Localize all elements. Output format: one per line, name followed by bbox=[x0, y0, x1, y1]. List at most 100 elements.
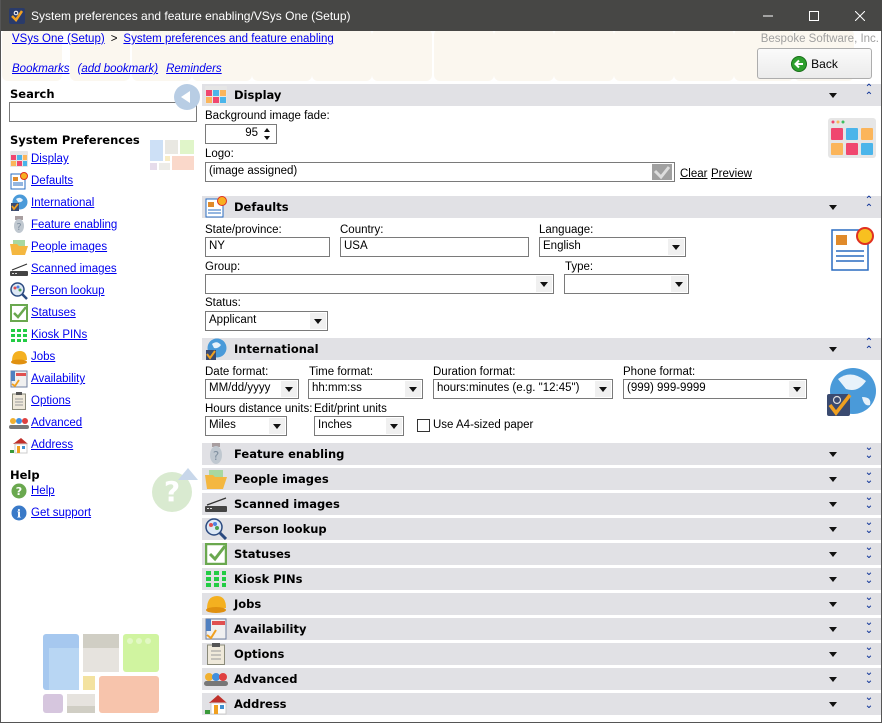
section-menu-dropdown[interactable] bbox=[829, 577, 837, 582]
sidebar-item-defaults[interactable]: Defaults bbox=[9, 170, 117, 192]
sidebar-item-label: International bbox=[31, 197, 95, 209]
section-menu-dropdown[interactable] bbox=[829, 347, 837, 352]
search-input[interactable] bbox=[9, 102, 197, 122]
status-select[interactable]: Applicant bbox=[205, 311, 328, 331]
company-name: Bespoke Software, Inc. bbox=[760, 33, 879, 45]
bookmark-links: Bookmarks (add bookmark) Reminders bbox=[12, 63, 222, 75]
expand-chevron-icon[interactable]: ⌄ ⌄ bbox=[863, 593, 875, 611]
section-header-address[interactable]: Address ⌄ ⌄ bbox=[202, 693, 881, 715]
section-header-advanced[interactable]: Advanced ⌄ ⌄ bbox=[202, 668, 881, 690]
expand-chevron-icon[interactable]: ⌄ ⌄ bbox=[863, 643, 875, 661]
section-header-people-images[interactable]: People images ⌄ ⌄ bbox=[202, 468, 881, 490]
section-header-jobs[interactable]: Jobs ⌄ ⌄ bbox=[202, 593, 881, 615]
collapse-sidebar-button[interactable] bbox=[174, 84, 200, 110]
logo-clear-link[interactable]: Clear bbox=[680, 168, 707, 180]
expand-chevron-icon[interactable]: ⌄ ⌄ bbox=[863, 568, 875, 586]
section-menu-dropdown[interactable] bbox=[829, 93, 837, 98]
sidebar-item-feature-enabling[interactable]: ? Feature enabling bbox=[9, 214, 117, 236]
section-header-international[interactable]: International ⌃ ⌃ bbox=[202, 338, 881, 360]
sidebar-item-advanced[interactable]: Advanced bbox=[9, 412, 117, 434]
bookmarks-link[interactable]: Bookmarks bbox=[12, 63, 70, 75]
expand-chevron-icon[interactable]: ⌄ ⌄ bbox=[863, 668, 875, 686]
print-units-label: Edit/print units bbox=[314, 403, 387, 415]
country-input[interactable]: USA bbox=[340, 237, 529, 257]
sidebar-item-person-lookup[interactable]: Person lookup bbox=[9, 280, 117, 302]
expand-chevron-icon[interactable]: ⌄ ⌄ bbox=[863, 693, 875, 711]
language-select[interactable]: English bbox=[539, 237, 686, 257]
state-input[interactable]: NY bbox=[205, 237, 330, 257]
logo-value: (image assigned) bbox=[209, 165, 298, 177]
print-units-select[interactable]: Inches bbox=[314, 416, 404, 436]
date-format-label: Date format: bbox=[205, 366, 269, 378]
section-menu-dropdown[interactable] bbox=[829, 477, 837, 482]
section-header-scanned-images[interactable]: Scanned images ⌄ ⌄ bbox=[202, 493, 881, 515]
breadcrumb-vsys-one[interactable]: VSys One (Setup) bbox=[12, 33, 105, 45]
sidebar-item-statuses[interactable]: Statuses bbox=[9, 302, 117, 324]
expand-chevron-icon[interactable]: ⌄ ⌄ bbox=[863, 618, 875, 636]
section-menu-dropdown[interactable] bbox=[829, 527, 837, 532]
sidebar-item-people-images[interactable]: People images bbox=[9, 236, 117, 258]
sidebar-item-international[interactable]: International bbox=[9, 192, 117, 214]
back-button[interactable]: Back bbox=[757, 48, 872, 79]
sidebar-item-availability[interactable]: Availability bbox=[9, 368, 117, 390]
section-header-feature-enabling[interactable]: ? Feature enabling ⌄ ⌄ bbox=[202, 443, 881, 465]
system-preferences-nav: Display Defaults International ? Feature… bbox=[9, 148, 117, 456]
expand-chevron-icon[interactable]: ⌄ ⌄ bbox=[863, 493, 875, 511]
reminders-link[interactable]: Reminders bbox=[166, 63, 222, 75]
section-menu-dropdown[interactable] bbox=[829, 552, 837, 557]
spinner-down-button[interactable] bbox=[261, 134, 275, 142]
maximize-button[interactable] bbox=[791, 0, 837, 31]
minimize-button[interactable] bbox=[745, 0, 791, 31]
sidebar-item-options[interactable]: Options bbox=[9, 390, 117, 412]
logo-preview-link[interactable]: Preview bbox=[711, 168, 752, 180]
section-header-availability[interactable]: Availability ⌄ ⌄ bbox=[202, 618, 881, 640]
group-select[interactable] bbox=[205, 274, 554, 294]
section-menu-dropdown[interactable] bbox=[829, 652, 837, 657]
sidebar-item-address[interactable]: Address bbox=[9, 434, 117, 456]
section-header-kiosk-pins[interactable]: Kiosk PINs ⌄ ⌄ bbox=[202, 568, 881, 590]
gears-icon bbox=[204, 668, 228, 690]
bg-fade-spinner[interactable]: 95 bbox=[205, 124, 277, 144]
phone-format-select[interactable]: (999) 999-9999 bbox=[623, 379, 807, 399]
add-bookmark-link[interactable]: (add bookmark) bbox=[78, 63, 159, 75]
expand-chevron-icon[interactable]: ⌄ ⌄ bbox=[863, 443, 875, 461]
close-button[interactable] bbox=[837, 0, 882, 31]
section-menu-dropdown[interactable] bbox=[829, 452, 837, 457]
section-header-person-lookup[interactable]: Person lookup ⌄ ⌄ bbox=[202, 518, 881, 540]
logo-label: Logo: bbox=[205, 148, 234, 160]
expand-chevron-icon[interactable]: ⌄ ⌄ bbox=[863, 468, 875, 486]
spinner-up-button[interactable] bbox=[261, 126, 275, 134]
section-menu-dropdown[interactable] bbox=[829, 702, 837, 707]
expand-chevron-icon[interactable]: ⌄ ⌄ bbox=[863, 518, 875, 536]
sidebar-item-kiosk-pins[interactable]: Kiosk PINs bbox=[9, 324, 117, 346]
time-format-select[interactable]: hh:mm:ss bbox=[308, 379, 423, 399]
help-link[interactable]: ? Help bbox=[9, 480, 91, 502]
section-header-options[interactable]: Options ⌄ ⌄ bbox=[202, 643, 881, 665]
question-icon: ? bbox=[9, 481, 29, 501]
section-header-defaults[interactable]: Defaults ⌃ ⌃ bbox=[202, 196, 881, 218]
type-select[interactable] bbox=[564, 274, 689, 294]
get-support-link[interactable]: i Get support bbox=[9, 502, 91, 524]
section-menu-dropdown[interactable] bbox=[829, 627, 837, 632]
collapse-chevron-icon[interactable]: ⌃ ⌃ bbox=[863, 338, 875, 356]
section-menu-dropdown[interactable] bbox=[829, 602, 837, 607]
keypad-icon bbox=[204, 568, 228, 590]
section-menu-dropdown[interactable] bbox=[829, 677, 837, 682]
section-header-display[interactable]: Display ⌃ ⌃ bbox=[202, 84, 881, 106]
duration-format-select[interactable]: hours:minutes (e.g. "12:45") bbox=[433, 379, 613, 399]
date-format-select[interactable]: MM/dd/yyyy bbox=[205, 379, 299, 399]
sidebar-item-jobs[interactable]: Jobs bbox=[9, 346, 117, 368]
sidebar-item-display[interactable]: Display bbox=[9, 148, 117, 170]
a4-paper-checkbox[interactable] bbox=[417, 419, 430, 432]
section-header-statuses[interactable]: Statuses ⌄ ⌄ bbox=[202, 543, 881, 565]
distance-units-select[interactable]: Miles bbox=[205, 416, 287, 436]
sidebar-item-scanned-images[interactable]: Scanned images bbox=[9, 258, 117, 280]
logo-field[interactable]: (image assigned) bbox=[205, 162, 675, 182]
section-menu-dropdown[interactable] bbox=[829, 205, 837, 210]
breadcrumb-system-preferences[interactable]: System preferences and feature enabling bbox=[123, 33, 333, 45]
defaults-icon bbox=[204, 196, 228, 218]
expand-chevron-icon[interactable]: ⌄ ⌄ bbox=[863, 543, 875, 561]
collapse-chevron-icon[interactable]: ⌃ ⌃ bbox=[863, 84, 875, 102]
section-menu-dropdown[interactable] bbox=[829, 502, 837, 507]
collapse-chevron-icon[interactable]: ⌃ ⌃ bbox=[863, 196, 875, 214]
